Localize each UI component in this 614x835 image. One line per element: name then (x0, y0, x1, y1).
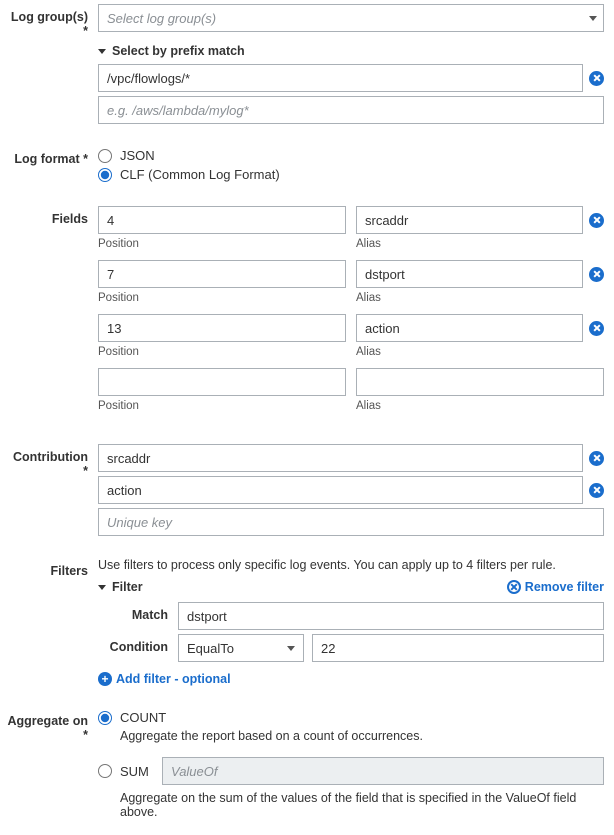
field-position-sublabel: Position (98, 292, 346, 304)
chevron-down-icon (287, 646, 295, 651)
chevron-down-icon (589, 16, 597, 21)
prefix-add-input[interactable] (98, 96, 604, 124)
log-groups-selector[interactable]: Select log group(s) (98, 4, 604, 32)
aggregate-sum-radio[interactable] (98, 764, 112, 778)
log-format-json-option[interactable]: JSON (98, 146, 604, 165)
filters-label: Filters (6, 558, 98, 686)
remove-contribution-button[interactable] (589, 483, 604, 498)
field-position-sublabel: Position (98, 346, 346, 358)
log-format-json-text: JSON (120, 148, 155, 163)
contribution-input[interactable] (98, 444, 583, 472)
plus-icon: + (98, 672, 112, 686)
log-groups-placeholder: Select log group(s) (107, 11, 216, 26)
aggregate-sum-hint: Aggregate on the sum of the values of th… (120, 791, 604, 819)
aggregate-sum-option[interactable]: SUM (98, 755, 604, 787)
close-icon (507, 580, 521, 594)
filter-condition-value: EqualTo (187, 641, 234, 656)
filter-section-label: Filter (112, 580, 143, 594)
field-position-sublabel: Position (98, 238, 346, 250)
chevron-down-icon (98, 585, 106, 590)
remove-field-button[interactable] (589, 267, 604, 282)
remove-field-button[interactable] (589, 213, 604, 228)
aggregate-count-radio[interactable] (98, 711, 112, 725)
log-format-label: Log format * (6, 146, 98, 184)
field-alias-input[interactable] (356, 314, 583, 342)
remove-filter-button[interactable]: Remove filter (507, 580, 604, 594)
aggregate-count-option[interactable]: COUNT (98, 708, 604, 727)
log-format-clf-option[interactable]: CLF (Common Log Format) (98, 165, 604, 184)
add-filter-button[interactable]: + Add filter - optional (98, 672, 604, 686)
log-format-clf-text: CLF (Common Log Format) (120, 167, 280, 182)
field-position-sublabel: Position (98, 400, 346, 412)
chevron-down-icon (98, 49, 106, 54)
field-alias-sublabel: Alias (356, 346, 604, 358)
field-alias-input[interactable] (356, 206, 583, 234)
remove-prefix-button[interactable] (589, 71, 604, 86)
aggregate-label: Aggregate on * (6, 708, 98, 819)
field-alias-sublabel: Alias (356, 292, 604, 304)
field-position-input[interactable] (98, 260, 346, 288)
filter-condition-arg-input[interactable] (312, 634, 604, 662)
filter-condition-select[interactable]: EqualTo (178, 634, 304, 662)
filter-condition-label: Condition (98, 634, 178, 662)
field-position-input[interactable] (98, 314, 346, 342)
log-groups-label: Log group(s) * (6, 4, 98, 124)
aggregate-count-text: COUNT (120, 710, 166, 725)
remove-field-button[interactable] (589, 321, 604, 336)
filter-toggle[interactable]: Filter (98, 578, 143, 596)
log-format-json-radio[interactable] (98, 149, 112, 163)
aggregate-count-hint: Aggregate the report based on a count of… (120, 729, 604, 743)
remove-filter-text: Remove filter (525, 580, 604, 594)
prefix-match-toggle[interactable]: Select by prefix match (98, 38, 604, 64)
filter-match-label: Match (98, 602, 178, 630)
field-alias-input[interactable] (356, 260, 583, 288)
filters-hint: Use filters to process only specific log… (98, 558, 604, 572)
log-format-clf-radio[interactable] (98, 168, 112, 182)
field-position-input[interactable] (98, 206, 346, 234)
contribution-add-input[interactable] (98, 508, 604, 536)
add-filter-text: Add filter - optional (116, 672, 231, 686)
fields-label: Fields (6, 206, 98, 422)
contribution-label: Contribution * (6, 444, 98, 536)
filter-match-input[interactable] (178, 602, 604, 630)
prefix-value-input[interactable] (98, 64, 583, 92)
remove-contribution-button[interactable] (589, 451, 604, 466)
field-position-input[interactable] (98, 368, 346, 396)
field-alias-sublabel: Alias (356, 400, 604, 412)
field-alias-sublabel: Alias (356, 238, 604, 250)
contribution-input[interactable] (98, 476, 583, 504)
field-alias-input[interactable] (356, 368, 604, 396)
aggregate-sum-text: SUM (120, 764, 154, 779)
prefix-match-label: Select by prefix match (112, 44, 245, 58)
aggregate-sum-valueof-input (162, 757, 604, 785)
